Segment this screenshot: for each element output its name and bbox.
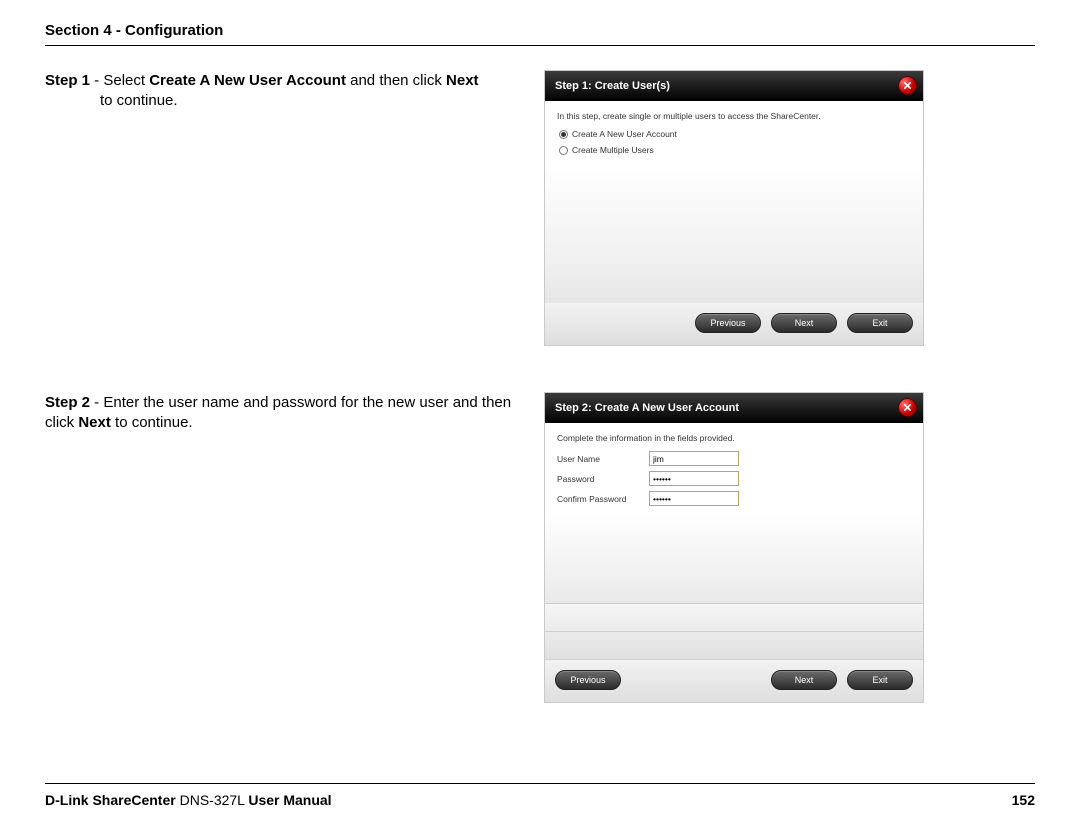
step-2-label: Step 2	[45, 394, 90, 411]
step-1-post: to continue.	[45, 91, 520, 111]
exit-button[interactable]: Exit	[847, 313, 913, 333]
label-confirm-password: Confirm Password	[557, 494, 649, 504]
footer-product: D-Link ShareCenter DNS-327L User Manual	[45, 792, 332, 808]
confirm-password-input[interactable]	[649, 491, 739, 506]
dialog2-hint: Complete the information in the fields p…	[557, 433, 911, 443]
row-password: Password	[557, 471, 911, 486]
step-2-row: Step 2 - Enter the user name and passwor…	[45, 392, 1035, 703]
dialog-new-user-account: Step 2: Create A New User Account Comple…	[544, 392, 924, 703]
rule-line	[545, 604, 923, 632]
next-button[interactable]: Next	[771, 670, 837, 690]
row-confirm-password: Confirm Password	[557, 491, 911, 506]
radio-label-new-user: Create A New User Account	[572, 129, 677, 139]
step-1-mid: and then click	[346, 72, 446, 89]
dialog2-spacer	[545, 513, 923, 603]
step-1-dash: -	[90, 72, 103, 89]
dialog1-footer: Previous Next Exit	[545, 303, 923, 345]
step-2-text: Step 2 - Enter the user name and passwor…	[45, 392, 520, 703]
dialog1-hint: In this step, create single or multiple …	[557, 111, 911, 121]
footer-manual: User Manual	[248, 792, 331, 808]
step-1-pre: Select	[103, 72, 149, 89]
dialog1-title: Step 1: Create User(s)	[555, 80, 670, 92]
previous-button[interactable]: Previous	[555, 670, 621, 690]
previous-button[interactable]: Previous	[695, 313, 761, 333]
dialog2-titlebar: Step 2: Create A New User Account	[545, 393, 923, 423]
page-footer: D-Link ShareCenter DNS-327L User Manual …	[45, 783, 1035, 808]
username-input[interactable]	[649, 451, 739, 466]
next-button[interactable]: Next	[771, 313, 837, 333]
step-2-post: to continue.	[111, 414, 193, 431]
password-input[interactable]	[649, 471, 739, 486]
exit-button[interactable]: Exit	[847, 670, 913, 690]
footer-brand: D-Link ShareCenter	[45, 792, 176, 808]
close-icon	[903, 81, 912, 90]
label-username: User Name	[557, 454, 649, 464]
dialog2-footer: Previous Next Exit	[545, 660, 923, 702]
close-button[interactable]	[898, 398, 917, 417]
step-1-bold1: Create A New User Account	[149, 72, 346, 89]
label-password: Password	[557, 474, 649, 484]
radio-icon	[559, 130, 568, 139]
page-number: 152	[1012, 792, 1035, 808]
row-username: User Name	[557, 451, 911, 466]
radio-option-multiple-users[interactable]: Create Multiple Users	[559, 145, 911, 155]
step-2-bold1: Next	[78, 414, 111, 431]
radio-option-new-user[interactable]: Create A New User Account	[559, 129, 911, 139]
dialog2-rules	[545, 603, 923, 660]
rule-line	[545, 632, 923, 660]
section-header: Section 4 - Configuration	[45, 22, 1035, 46]
close-button[interactable]	[898, 76, 917, 95]
dialog1-body: In this step, create single or multiple …	[545, 101, 923, 163]
step-1-row: Step 1 - Select Create A New User Accoun…	[45, 70, 1035, 346]
step-1-text: Step 1 - Select Create A New User Accoun…	[45, 70, 520, 346]
dialog1-titlebar: Step 1: Create User(s)	[545, 71, 923, 101]
footer-model: DNS-327L	[176, 792, 249, 808]
close-icon	[903, 403, 912, 412]
dialog1-spacer	[545, 163, 923, 303]
radio-label-multiple-users: Create Multiple Users	[572, 145, 654, 155]
dialog-create-users: Step 1: Create User(s) In this step, cre…	[544, 70, 924, 346]
radio-icon	[559, 146, 568, 155]
dialog2-title: Step 2: Create A New User Account	[555, 402, 739, 414]
step-1-bold2: Next	[446, 72, 479, 89]
step-1-label: Step 1	[45, 72, 90, 89]
dialog2-body: Complete the information in the fields p…	[545, 423, 923, 513]
step-2-dash: -	[90, 394, 103, 411]
